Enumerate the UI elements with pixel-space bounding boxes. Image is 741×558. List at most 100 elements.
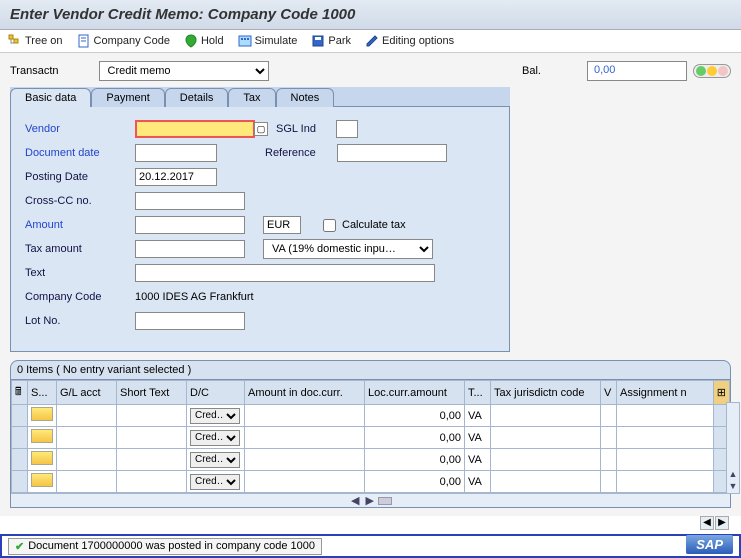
hold-button[interactable]: Hold: [184, 34, 224, 48]
row-selector[interactable]: [12, 427, 28, 449]
simulate-button[interactable]: Simulate: [238, 34, 298, 48]
page-scroll-right-icon[interactable]: ▶: [715, 516, 729, 530]
transactn-select[interactable]: Credit memo: [99, 61, 269, 81]
dc-select[interactable]: Cred…: [190, 452, 240, 468]
cell-shorttext[interactable]: [117, 471, 187, 493]
cell-assignment[interactable]: [617, 427, 714, 449]
col-v[interactable]: V: [601, 381, 617, 405]
table-row[interactable]: Cred… 0,00VA: [12, 449, 730, 471]
cell-taxjur[interactable]: [491, 471, 601, 493]
company-code-button[interactable]: Company Code: [77, 34, 170, 48]
col-dc[interactable]: D/C: [187, 381, 245, 405]
cell-v[interactable]: [601, 427, 617, 449]
dc-select[interactable]: Cred…: [190, 408, 240, 424]
cell-glacct[interactable]: [57, 405, 117, 427]
cell-assignment[interactable]: [617, 471, 714, 493]
park-button[interactable]: Park: [311, 34, 351, 48]
tax-code-select[interactable]: VA (19% domestic inpu…: [263, 239, 433, 259]
cell-dc[interactable]: Cred…: [187, 427, 245, 449]
tab-basic-data[interactable]: Basic data: [10, 88, 91, 107]
tab-details[interactable]: Details: [165, 88, 229, 107]
cell-tax[interactable]: VA: [465, 449, 491, 471]
cell-amount-loc[interactable]: 0,00: [365, 449, 465, 471]
cell-shorttext[interactable]: [117, 427, 187, 449]
posting-date-input[interactable]: [135, 168, 217, 186]
col-amount-loc[interactable]: Loc.curr.amount: [365, 381, 465, 405]
status-button-icon[interactable]: [31, 407, 53, 421]
cell-glacct[interactable]: [57, 427, 117, 449]
col-amount-doc[interactable]: Amount in doc.curr.: [245, 381, 365, 405]
col-config-icon[interactable]: ⊞: [713, 381, 729, 405]
status-button-icon[interactable]: [31, 451, 53, 465]
cell-amount-doc[interactable]: [245, 405, 365, 427]
cell-v[interactable]: [601, 471, 617, 493]
tab-payment[interactable]: Payment: [91, 88, 164, 107]
cell-glacct[interactable]: [57, 449, 117, 471]
cell-amount-loc[interactable]: 0,00: [365, 471, 465, 493]
cell-tax[interactable]: VA: [465, 471, 491, 493]
tree-on-button[interactable]: Tree on: [8, 34, 63, 48]
table-row[interactable]: Cred… 0,00VA: [12, 471, 730, 493]
sgl-ind-input[interactable]: [336, 120, 358, 138]
cell-amount-loc[interactable]: 0,00: [365, 427, 465, 449]
cell-amount-doc[interactable]: [245, 449, 365, 471]
cell-assignment[interactable]: [617, 449, 714, 471]
cell-dc[interactable]: Cred…: [187, 449, 245, 471]
cell-status[interactable]: [28, 471, 57, 493]
cell-glacct[interactable]: [57, 471, 117, 493]
grid-vertical-scroll[interactable]: ▲ ▼: [726, 402, 740, 494]
currency-input[interactable]: [263, 216, 301, 234]
vendor-input[interactable]: [135, 120, 255, 138]
cell-dc[interactable]: Cred…: [187, 471, 245, 493]
cell-status[interactable]: [28, 449, 57, 471]
cell-dc[interactable]: Cred…: [187, 405, 245, 427]
page-horizontal-scroll[interactable]: ◀ ▶: [700, 516, 729, 530]
scroll-left-icon[interactable]: ◀: [349, 494, 361, 507]
scroll-right-icon[interactable]: ▶: [364, 494, 376, 507]
cell-taxjur[interactable]: [491, 427, 601, 449]
col-taxjur[interactable]: Tax jurisdictn code: [491, 381, 601, 405]
cell-taxjur[interactable]: [491, 405, 601, 427]
calculate-tax-checkbox[interactable]: Calculate tax: [319, 216, 406, 235]
row-selector[interactable]: [12, 471, 28, 493]
scroll-thumb[interactable]: [378, 497, 392, 505]
cell-tax[interactable]: VA: [465, 405, 491, 427]
grid-horizontal-scroll[interactable]: ◀ ▶: [11, 493, 730, 507]
col-status[interactable]: S...: [28, 381, 57, 405]
cell-status[interactable]: [28, 427, 57, 449]
col-assignment[interactable]: Assignment n: [617, 381, 714, 405]
page-scroll-left-icon[interactable]: ◀: [700, 516, 714, 530]
editing-options-button[interactable]: Editing options: [365, 34, 454, 48]
row-selector[interactable]: [12, 405, 28, 427]
col-shorttext[interactable]: Short Text: [117, 381, 187, 405]
reference-input[interactable]: [337, 144, 447, 162]
cell-assignment[interactable]: [617, 405, 714, 427]
cell-v[interactable]: [601, 405, 617, 427]
col-glacct[interactable]: G/L acct: [57, 381, 117, 405]
status-button-icon[interactable]: [31, 473, 53, 487]
col-selector[interactable]: 🖩: [12, 381, 28, 405]
dc-select[interactable]: Cred…: [190, 474, 240, 490]
text-input[interactable]: [135, 264, 435, 282]
col-tax[interactable]: T...: [465, 381, 491, 405]
amount-input[interactable]: [135, 216, 245, 234]
tab-notes[interactable]: Notes: [276, 88, 335, 107]
row-selector[interactable]: [12, 449, 28, 471]
dc-select[interactable]: Cred…: [190, 430, 240, 446]
cross-cc-input[interactable]: [135, 192, 245, 210]
status-button-icon[interactable]: [31, 429, 53, 443]
tax-amount-input[interactable]: [135, 240, 245, 258]
table-row[interactable]: Cred… 0,00VA: [12, 405, 730, 427]
cell-amount-doc[interactable]: [245, 427, 365, 449]
cell-amount-loc[interactable]: 0,00: [365, 405, 465, 427]
cell-taxjur[interactable]: [491, 449, 601, 471]
table-row[interactable]: Cred… 0,00VA: [12, 427, 730, 449]
cell-shorttext[interactable]: [117, 405, 187, 427]
cell-v[interactable]: [601, 449, 617, 471]
cell-amount-doc[interactable]: [245, 471, 365, 493]
lot-no-input[interactable]: [135, 312, 245, 330]
document-date-input[interactable]: [135, 144, 217, 162]
vendor-search-help-icon[interactable]: ▢: [254, 122, 268, 136]
scroll-down-icon[interactable]: ▼: [729, 481, 738, 491]
cell-tax[interactable]: VA: [465, 427, 491, 449]
